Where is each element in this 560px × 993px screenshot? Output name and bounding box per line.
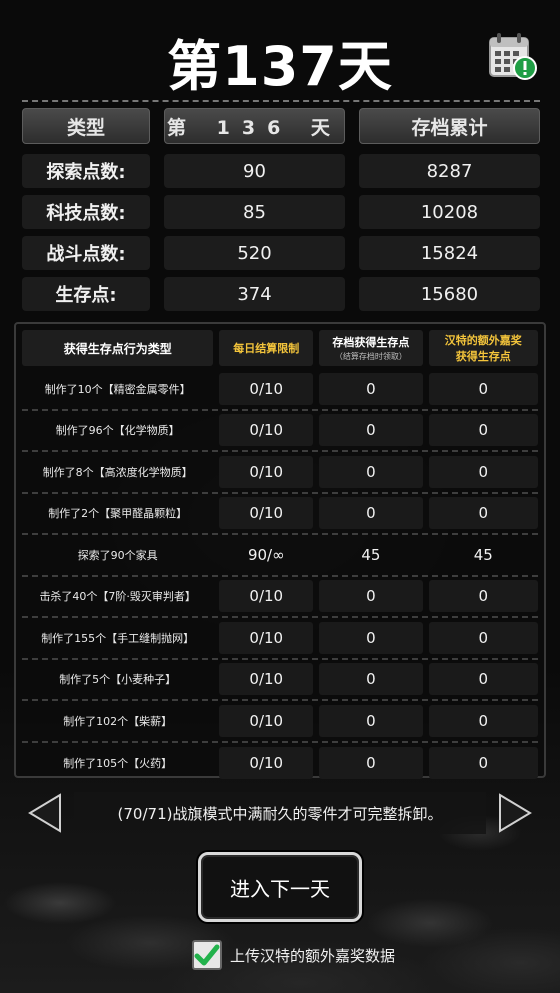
page-title: 第137天 <box>167 35 393 98</box>
archive-cell: 0 <box>319 414 423 447</box>
arrow-right-icon[interactable] <box>496 792 534 834</box>
limit-cell: 0/10 <box>219 747 314 780</box>
hunter-cell: 0 <box>428 663 538 696</box>
limit-cell: 0/10 <box>219 455 314 488</box>
table-row: 制作了10个【精密金属零件】 0/10 0 0 <box>22 369 538 411</box>
archive-cell: 0 <box>319 497 423 530</box>
summary-header-total: 存档累计 <box>359 108 540 144</box>
divider <box>22 100 540 102</box>
hunter-cell: 0 <box>428 580 538 613</box>
tip-bar: (70/71)战旗模式中满耐久的零件才可完整拆卸。 <box>0 792 560 834</box>
limit-cell: 90/∞ <box>247 545 285 564</box>
table-row: 制作了155个【手工缝制抛网】 0/10 0 0 <box>22 618 538 660</box>
table-row: 制作了8个【高浓度化学物质】 0/10 0 0 <box>22 452 538 494</box>
header: 第137天 <box>0 0 560 100</box>
archive-cell: 0 <box>319 372 423 405</box>
summary-label: 战斗点数: <box>22 236 150 270</box>
summary-table: 类型 第 136 天 存档累计 探索点数: 90 8287 科技点数: 85 1… <box>22 108 540 318</box>
detail-rows: 制作了10个【精密金属零件】 0/10 0 0 制作了96个【化学物质】 0/1… <box>22 369 538 784</box>
tip-text: (70/71)战旗模式中满耐久的零件才可完整拆卸。 <box>74 792 486 834</box>
upload-checkbox[interactable] <box>192 940 222 970</box>
detail-header-hunter: 汉特的额外嘉奖 获得生存点 <box>428 330 538 366</box>
detail-header-archive-label: 存档获得生存点 <box>332 336 410 349</box>
limit-cell: 0/10 <box>219 497 314 530</box>
summary-total-value: 10208 <box>359 195 540 229</box>
checkmark-icon <box>194 944 220 966</box>
summary-total-value: 15680 <box>359 277 540 311</box>
detail-header-hunter-label-2: 获得生存点 <box>455 350 511 363</box>
limit-cell: 0/10 <box>219 621 314 654</box>
summary-row: 探索点数: 90 8287 <box>22 154 540 188</box>
summary-header-row: 类型 第 136 天 存档累计 <box>22 108 540 144</box>
summary-header-day: 第 136 天 <box>164 108 345 144</box>
detail-header-type-label: 获得生存点行为类型 <box>63 341 172 356</box>
archive-cell: 0 <box>319 455 423 488</box>
detail-header-limit: 每日结算限制 <box>219 330 314 366</box>
summary-total-value: 15824 <box>359 236 540 270</box>
limit-cell: 0/10 <box>219 704 314 737</box>
table-row: 制作了5个【小麦种子】 0/10 0 0 <box>22 660 538 701</box>
survival-points-table: 获得生存点行为类型 每日结算限制 存档获得生存点 （结算存档时领取） 汉特的额外… <box>14 322 546 780</box>
summary-day-value: 520 <box>164 236 345 270</box>
summary-header-type: 类型 <box>22 108 150 144</box>
detail-header-type: 获得生存点行为类型 <box>22 330 214 366</box>
table-row: 制作了2个【聚甲醛晶颗粒】 0/10 0 0 <box>22 494 538 535</box>
summary-total-value: 8287 <box>359 154 540 188</box>
table-row: 制作了96个【化学物质】 0/10 0 0 <box>22 411 538 452</box>
summary-label: 生存点: <box>22 277 150 311</box>
action-cell: 制作了155个【手工缝制抛网】 <box>41 631 195 645</box>
table-row: 制作了105个【火药】 0/10 0 0 <box>22 743 538 785</box>
archive-cell: 0 <box>319 747 423 780</box>
detail-header-row: 获得生存点行为类型 每日结算限制 存档获得生存点 （结算存档时领取） 汉特的额外… <box>22 330 538 366</box>
hunter-cell: 0 <box>428 704 538 737</box>
summary-label: 科技点数: <box>22 195 150 229</box>
calendar-alert-icon[interactable] <box>487 30 539 82</box>
limit-cell: 0/10 <box>219 372 314 405</box>
limit-cell: 0/10 <box>219 663 314 696</box>
hunter-cell: 0 <box>428 497 538 530</box>
action-cell: 制作了2个【聚甲醛晶颗粒】 <box>48 507 188 521</box>
archive-cell: 0 <box>319 621 423 654</box>
hunter-cell: 45 <box>473 545 493 564</box>
action-cell: 制作了8个【高浓度化学物质】 <box>42 465 193 479</box>
action-cell: 制作了5个【小麦种子】 <box>59 673 177 687</box>
action-cell: 制作了10个【精密金属零件】 <box>44 382 191 396</box>
summary-row: 战斗点数: 520 15824 <box>22 236 540 270</box>
detail-header-archive-sub: （结算存档时领取） <box>334 352 407 361</box>
table-row: 制作了102个【柴薪】 0/10 0 0 <box>22 701 538 743</box>
limit-cell: 0/10 <box>219 580 314 613</box>
table-row: 击杀了40个【7阶·毁灭审判者】 0/10 0 0 <box>22 577 538 618</box>
hunter-cell: 0 <box>428 621 538 654</box>
summary-day-value: 374 <box>164 277 345 311</box>
summary-label: 探索点数: <box>22 154 150 188</box>
next-day-button[interactable]: 进入下一天 <box>198 852 362 922</box>
hunter-cell: 0 <box>428 455 538 488</box>
limit-cell: 0/10 <box>219 414 314 447</box>
archive-cell: 0 <box>319 704 423 737</box>
arrow-left-icon[interactable] <box>26 792 64 834</box>
detail-header-limit-label: 每日结算限制 <box>233 342 300 355</box>
hunter-cell: 0 <box>428 747 538 780</box>
archive-cell: 45 <box>361 545 381 564</box>
summary-day-value: 90 <box>164 154 345 188</box>
action-cell: 探索了90个家具 <box>77 548 158 562</box>
upload-label: 上传汉特的额外嘉奖数据 <box>230 946 396 965</box>
archive-cell: 0 <box>319 663 423 696</box>
table-row: 探索了90个家具 90/∞ 45 45 <box>22 535 538 577</box>
action-cell: 击杀了40个【7阶·毁灭审判者】 <box>39 590 196 604</box>
summary-day-value: 85 <box>164 195 345 229</box>
action-cell: 制作了105个【火药】 <box>63 757 173 771</box>
summary-row: 生存点: 374 15680 <box>22 277 540 311</box>
hunter-cell: 0 <box>428 372 538 405</box>
action-cell: 制作了96个【化学物质】 <box>55 424 180 438</box>
summary-row: 科技点数: 85 10208 <box>22 195 540 229</box>
detail-header-archive: 存档获得生存点 （结算存档时领取） <box>319 330 423 366</box>
archive-cell: 0 <box>319 580 423 613</box>
hunter-cell: 0 <box>428 414 538 447</box>
detail-header-hunter-label: 汉特的额外嘉奖 <box>444 334 522 347</box>
upload-option: 上传汉特的额外嘉奖数据 <box>192 938 395 972</box>
action-cell: 制作了102个【柴薪】 <box>63 714 173 728</box>
